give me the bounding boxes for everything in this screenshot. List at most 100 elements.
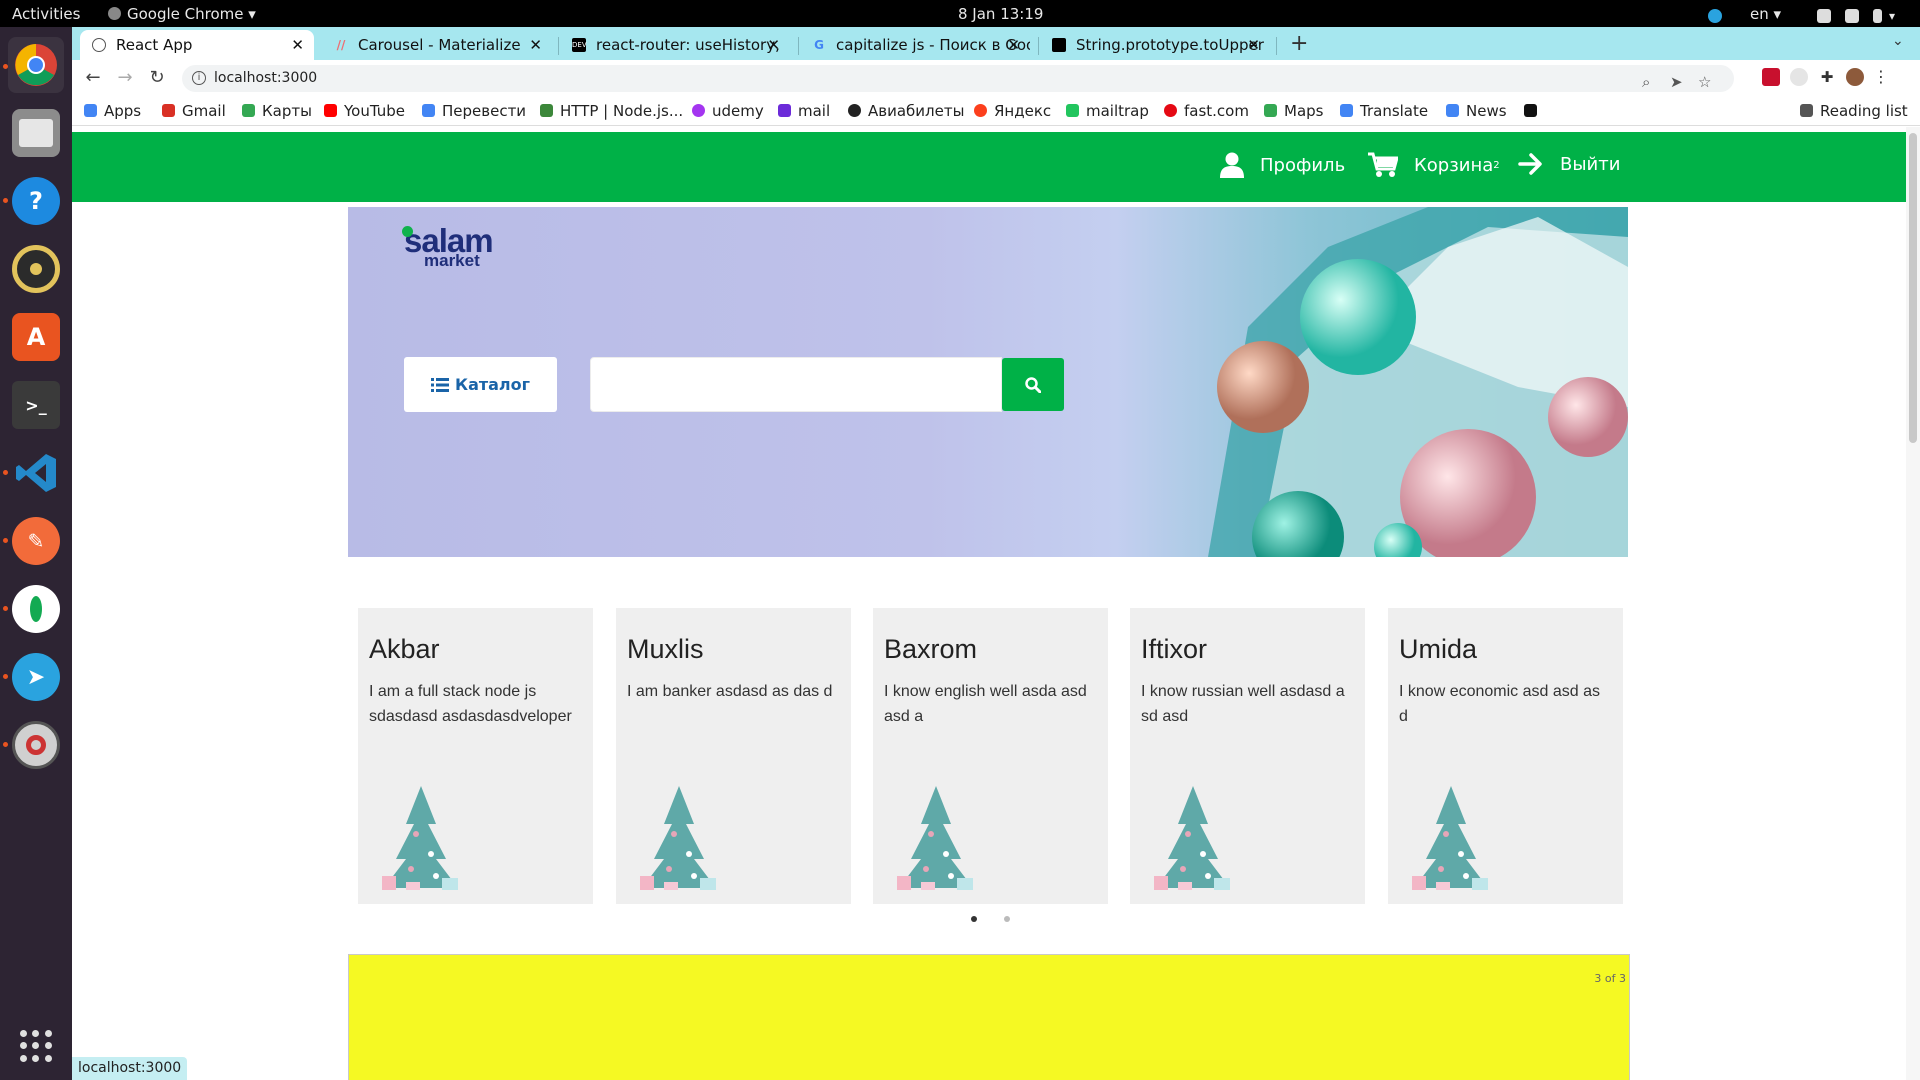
bookmark-gmail[interactable]: Gmail bbox=[162, 102, 226, 120]
bookmark-label: mailtrap bbox=[1086, 102, 1149, 120]
bookmark-youtube[interactable]: YouTube bbox=[324, 102, 405, 120]
bookmark-label: udemy bbox=[712, 102, 764, 120]
carousel-indicator-1[interactable] bbox=[971, 916, 977, 922]
bookmark-label: Яндекс bbox=[994, 102, 1052, 120]
bookmark-news[interactable]: News bbox=[1446, 102, 1507, 120]
arrow-right-icon bbox=[1518, 153, 1542, 175]
dock-vscode[interactable] bbox=[12, 449, 60, 497]
christmas-tree-image bbox=[640, 786, 716, 890]
nav-profile[interactable]: Профиль bbox=[1220, 152, 1345, 178]
bookmark-mailtrap[interactable]: mailtrap bbox=[1066, 102, 1149, 120]
close-icon[interactable]: ✕ bbox=[1243, 36, 1260, 54]
chevron-down-icon: ▾ bbox=[1889, 9, 1896, 23]
page-viewport: Профиль Корзина 2 Выйти salam market Кат… bbox=[72, 127, 1906, 1080]
dock-rhythmbox[interactable] bbox=[12, 245, 60, 293]
christmas-tree-image bbox=[1154, 786, 1230, 890]
dock-terminal[interactable]: >_ bbox=[12, 381, 60, 429]
close-icon[interactable]: ✕ bbox=[287, 36, 304, 54]
bookmark-maps[interactable]: Maps bbox=[1264, 102, 1323, 120]
tab-strip: React App ✕ // Carousel - Materialize ✕ … bbox=[72, 27, 1920, 60]
extension-gray-icon[interactable] bbox=[1790, 68, 1808, 86]
star-icon[interactable]: ☆ bbox=[1698, 69, 1711, 96]
bookmark-info[interactable] bbox=[1524, 102, 1544, 120]
map-pin-icon bbox=[1264, 104, 1277, 117]
bookmark-label: Карты bbox=[262, 102, 312, 120]
bookmark-aviatickets[interactable]: Авиабилеты bbox=[848, 102, 964, 120]
news-icon bbox=[1446, 104, 1459, 117]
dev-icon: DEV bbox=[572, 38, 587, 52]
extension-red-icon[interactable] bbox=[1762, 68, 1780, 86]
bookmark-nodejs[interactable]: HTTP | Node.js... bbox=[540, 102, 683, 120]
tab-mdn[interactable]: String.prototype.toUpper ✕ bbox=[1040, 30, 1270, 60]
nav-cart-label: Корзина bbox=[1414, 154, 1494, 176]
dock-postman[interactable]: ✎ bbox=[12, 517, 60, 565]
nav-cart[interactable]: Корзина 2 bbox=[1368, 152, 1500, 178]
bookmark-yandex[interactable]: Яндекс bbox=[974, 102, 1051, 120]
dock-files[interactable] bbox=[12, 109, 60, 157]
nav-logout[interactable]: Выйти bbox=[1518, 152, 1620, 176]
reading-list-label: Reading list bbox=[1820, 102, 1908, 120]
volume-icon bbox=[1845, 8, 1859, 23]
reload-button[interactable]: ↻ bbox=[146, 67, 168, 89]
tab-dev-to[interactable]: DEV react-router: useHistory, ✕ bbox=[560, 30, 790, 60]
app-menu[interactable]: Google Chrome ▾ bbox=[108, 5, 256, 23]
bookmark-mail[interactable]: mail bbox=[778, 102, 830, 120]
tab-materialize[interactable]: // Carousel - Materialize ✕ bbox=[322, 30, 552, 60]
bookmark-fast[interactable]: fast.com bbox=[1164, 102, 1249, 120]
telegram-tray-icon[interactable] bbox=[1708, 6, 1722, 24]
salam-market-logo[interactable]: salam market bbox=[402, 222, 494, 271]
bookmark-label: News bbox=[1466, 102, 1507, 120]
slide-counter: 3 of 3 bbox=[1594, 972, 1626, 985]
bookmark-label: Авиабилеты bbox=[868, 102, 965, 120]
zoom-icon[interactable]: ⌕ bbox=[1642, 69, 1650, 96]
dock-help[interactable]: ? bbox=[12, 177, 60, 225]
close-icon[interactable]: ✕ bbox=[525, 36, 542, 54]
bookmark-udemy[interactable]: udemy bbox=[692, 102, 764, 120]
tab-search-button[interactable]: ⌄ bbox=[1892, 33, 1904, 49]
close-icon[interactable]: ✕ bbox=[763, 36, 780, 54]
cart-count-badge: 2 bbox=[1493, 159, 1500, 171]
bookmark-apps[interactable]: Apps bbox=[84, 102, 141, 120]
system-status-menu[interactable]: ▾ bbox=[1810, 6, 1895, 24]
map-pin-icon bbox=[242, 104, 255, 117]
send-icon[interactable]: ➤ bbox=[1670, 69, 1683, 96]
page-scrollbar[interactable] bbox=[1906, 127, 1920, 1080]
kebab-menu-icon[interactable]: ⋮ bbox=[1872, 68, 1890, 86]
scrollbar-thumb[interactable] bbox=[1909, 133, 1917, 443]
reading-list-button[interactable]: Reading list bbox=[1800, 102, 1908, 120]
globe-icon bbox=[92, 38, 106, 52]
tab-google-search[interactable]: G capitalize js - Поиск в Goo ✕ bbox=[800, 30, 1030, 60]
tab-title: react-router: useHistory, bbox=[596, 36, 780, 54]
plane-icon bbox=[848, 104, 861, 117]
close-icon[interactable]: ✕ bbox=[1003, 36, 1020, 54]
dock-telegram[interactable]: ➤ bbox=[12, 653, 60, 701]
postman-icon: ✎ bbox=[27, 529, 45, 553]
tab-react-app[interactable]: React App ✕ bbox=[80, 30, 314, 60]
dock-mongodb[interactable] bbox=[12, 585, 60, 633]
address-bar[interactable]: i localhost:3000 ⌕ ➤ ☆ bbox=[182, 65, 1734, 92]
dock-chrome[interactable] bbox=[8, 37, 64, 93]
yellow-slide: 3 of 3 bbox=[348, 954, 1630, 1080]
extensions-puzzle-icon[interactable]: ✚ bbox=[1818, 68, 1836, 86]
activities-button[interactable]: Activities bbox=[12, 5, 80, 23]
dock-software[interactable]: A bbox=[12, 313, 60, 361]
search-input[interactable] bbox=[590, 357, 1002, 412]
search-button[interactable] bbox=[1002, 358, 1064, 411]
carousel-indicator-2[interactable] bbox=[1004, 916, 1010, 922]
person-card: Iftixor I know russian well asdasd a sd … bbox=[1130, 608, 1365, 904]
back-button[interactable]: ← bbox=[82, 67, 104, 89]
show-applications-button[interactable] bbox=[20, 1030, 52, 1062]
bookmark-label: Перевести bbox=[442, 102, 527, 120]
bookmark-translate-ru[interactable]: Перевести bbox=[422, 102, 526, 120]
catalog-button[interactable]: Каталог bbox=[404, 357, 557, 412]
bookmark-maps-ru[interactable]: Карты bbox=[242, 102, 312, 120]
bookmark-label: Gmail bbox=[182, 102, 226, 120]
forward-button[interactable]: → bbox=[114, 67, 136, 89]
profile-avatar[interactable] bbox=[1846, 68, 1864, 86]
bookmark-translate[interactable]: Translate bbox=[1340, 102, 1428, 120]
udemy-icon bbox=[692, 104, 705, 117]
language-indicator[interactable]: en ▾ bbox=[1750, 5, 1781, 23]
dock-lifebuoy[interactable] bbox=[12, 721, 60, 769]
new-tab-button[interactable]: + bbox=[1290, 31, 1308, 56]
clock[interactable]: 8 Jan 13:19 bbox=[958, 5, 1043, 23]
